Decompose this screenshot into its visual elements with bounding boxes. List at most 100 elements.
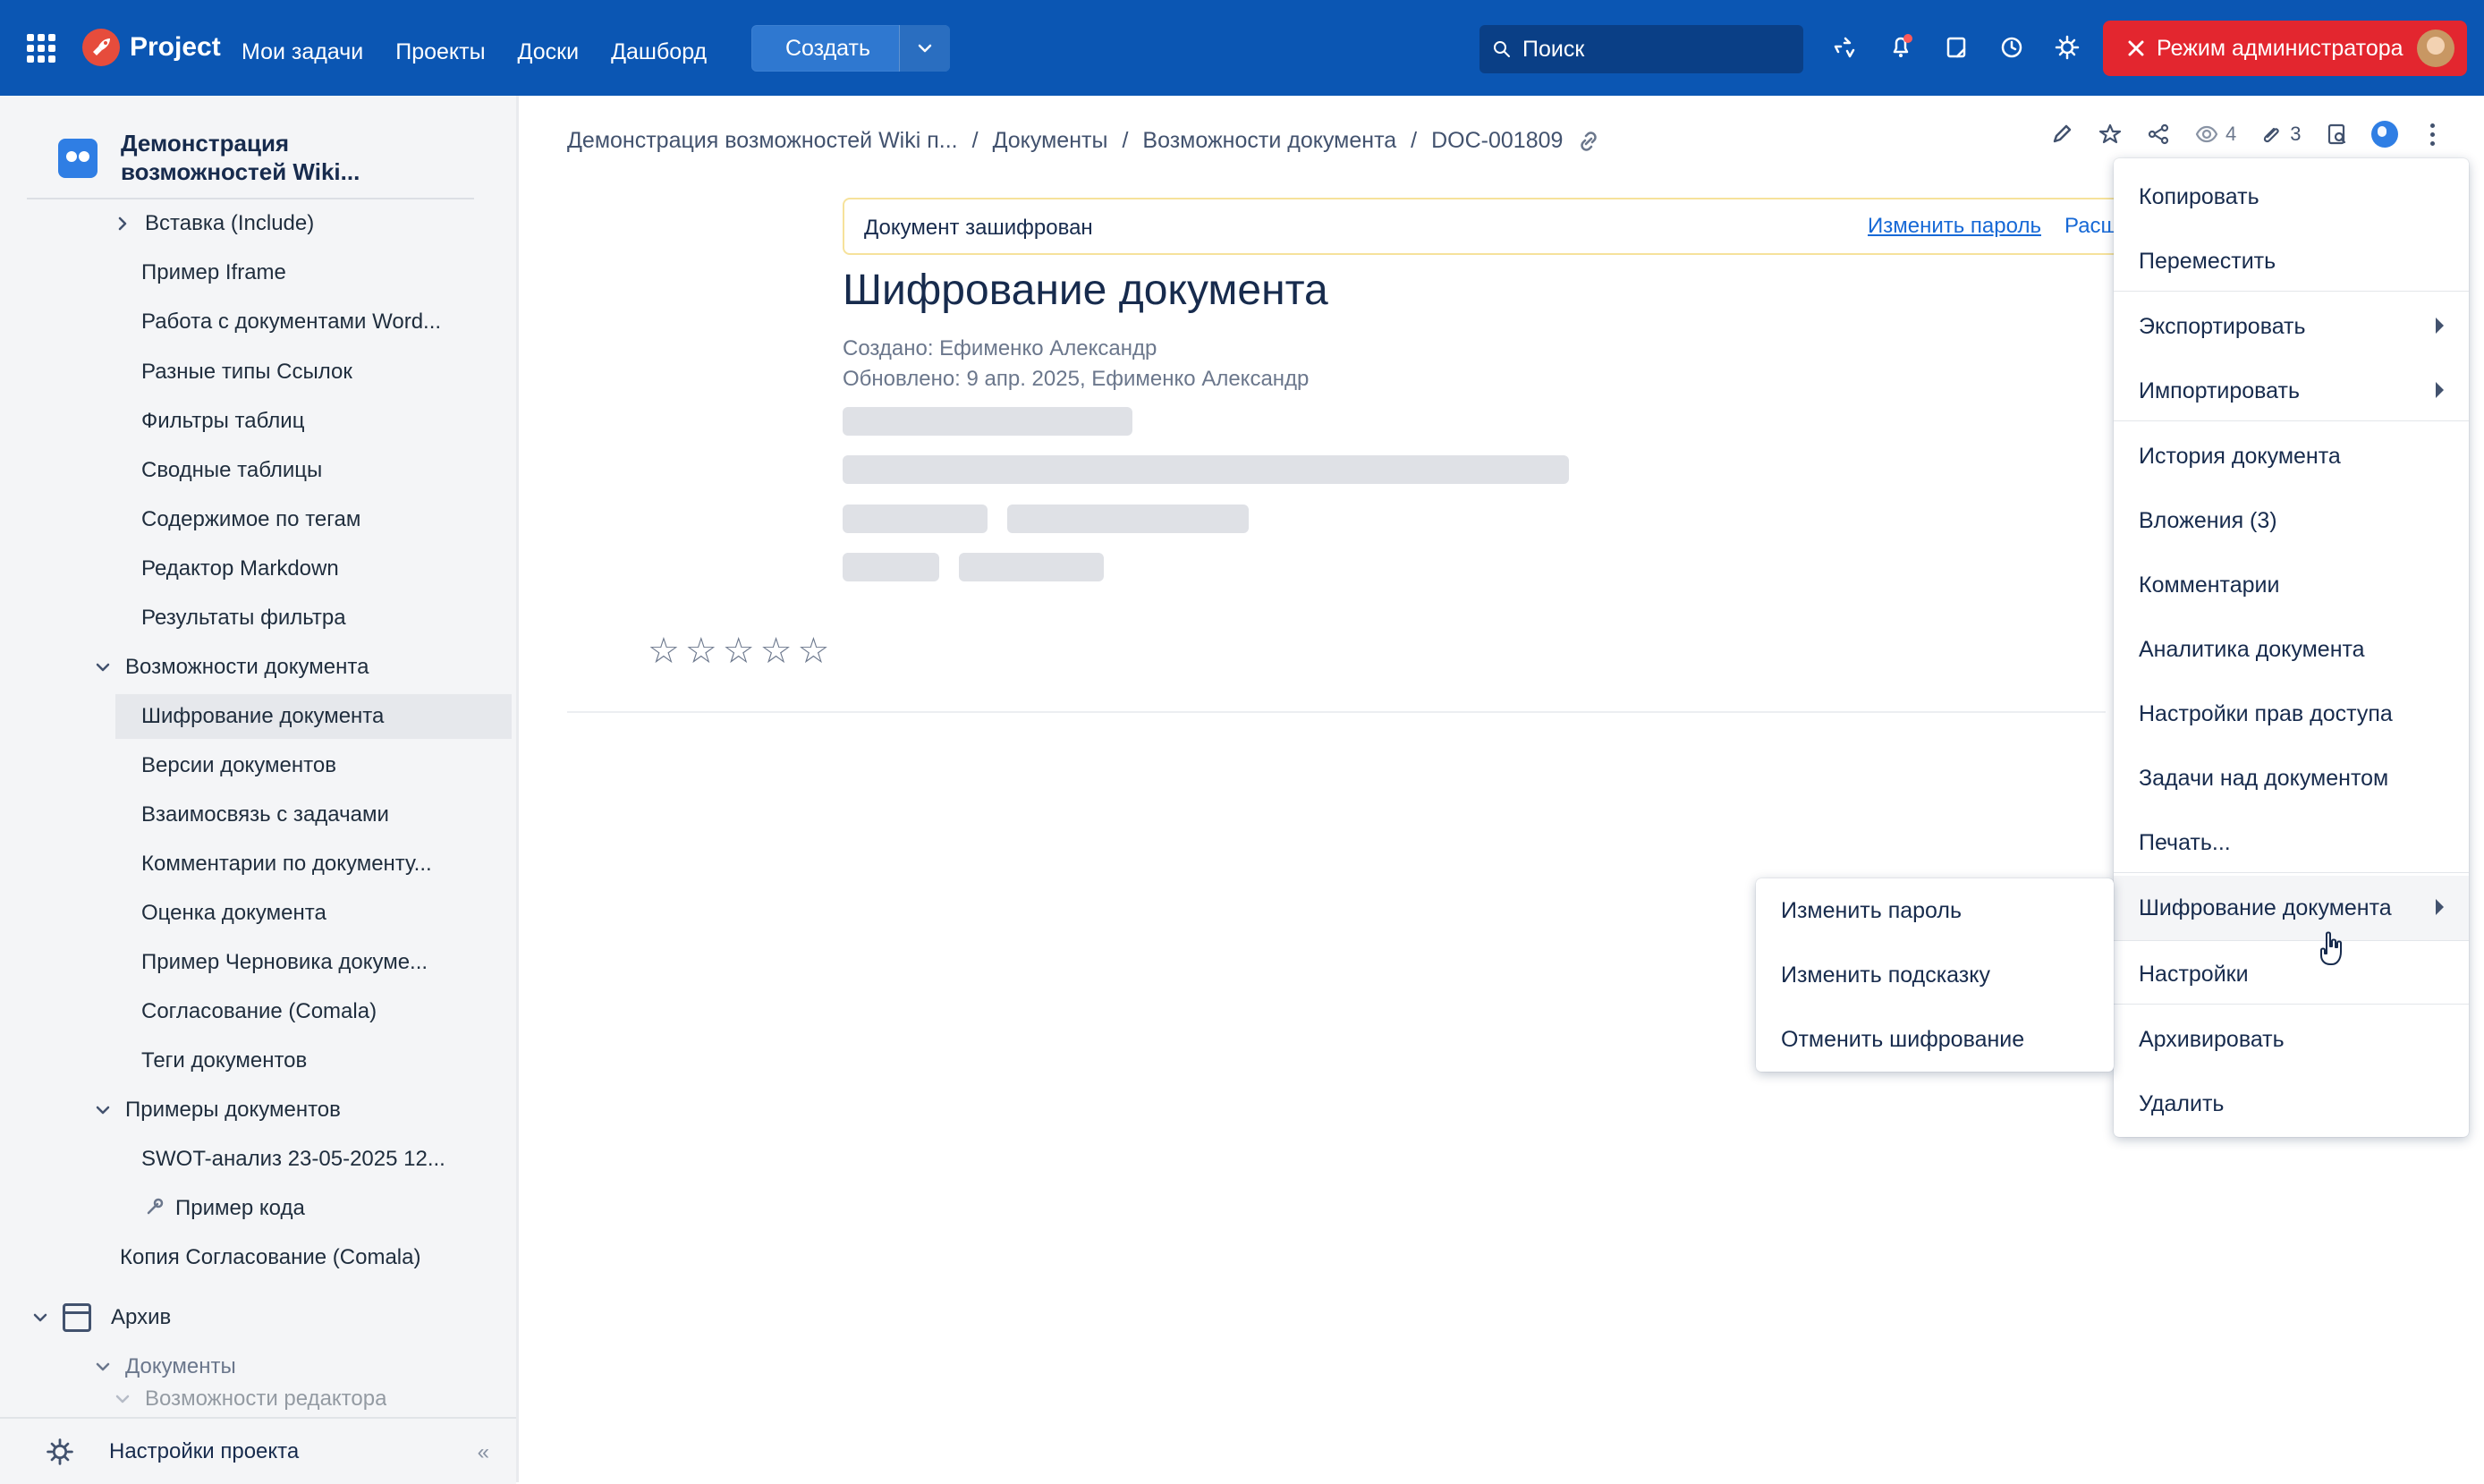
menu-item-import[interactable]: Импортировать [2114, 359, 2469, 423]
menu-separator [2114, 420, 2469, 421]
create-dropdown-button[interactable] [899, 25, 951, 72]
tree-item[interactable]: Версии документов [141, 743, 336, 788]
menu-item-move[interactable]: Переместить [2114, 229, 2469, 293]
rocket-icon [93, 38, 110, 55]
archive-root[interactable]: Архив [32, 1295, 171, 1340]
tree-item[interactable]: Примеры документов [95, 1088, 341, 1132]
chevron-right-icon[interactable] [114, 216, 131, 232]
skeleton-line [843, 505, 988, 533]
chevron-down-icon[interactable] [32, 1310, 48, 1326]
skeleton-line [843, 553, 939, 581]
search-field[interactable]: Поиск [1479, 25, 1803, 73]
submenu-item-disable-encryption[interactable]: Отменить шифрование [1756, 1007, 2114, 1072]
note-icon[interactable] [1941, 32, 1971, 63]
breadcrumb-doc-features[interactable]: Возможности документа [1142, 128, 1396, 154]
menu-item-delete[interactable]: Удалить [2114, 1072, 2469, 1136]
more-actions-icon[interactable] [2420, 121, 2446, 148]
settings-gear-icon[interactable] [2052, 32, 2082, 63]
menu-item-settings[interactable]: Настройки [2114, 942, 2469, 1006]
tree-item[interactable]: Разные типы Ссылок [141, 350, 352, 394]
tree-item[interactable]: Фильтры таблиц [141, 399, 304, 444]
collapse-sidebar-icon[interactable]: « [478, 1440, 489, 1465]
admin-mode-label: Режим администратора [2157, 35, 2403, 61]
menu-item-export[interactable]: Экспортировать [2114, 294, 2469, 359]
project-logo-icon[interactable] [82, 29, 120, 66]
attachments-counter[interactable]: 3 [2258, 121, 2302, 148]
tree-item[interactable]: Документы [95, 1344, 236, 1389]
star-icon[interactable] [2097, 121, 2124, 148]
tree-item[interactable]: Работа с документами Word... [141, 300, 441, 344]
tree-item[interactable]: Копия Согласование (Comala) [120, 1235, 420, 1280]
project-settings-gear-icon[interactable] [43, 1435, 77, 1469]
change-password-link[interactable]: Изменить пароль [1868, 214, 2041, 239]
tree-item[interactable]: Теги документов [141, 1039, 307, 1083]
space-name: Демонстрация возможностей Wiki... [121, 129, 360, 186]
menu-item-permissions[interactable]: Настройки прав доступа [2114, 682, 2469, 746]
menu-item-history[interactable]: История документа [2114, 424, 2469, 488]
tree-item[interactable]: Пример Черновика докуме... [141, 940, 428, 985]
edit-pencil-icon[interactable] [2048, 121, 2075, 148]
tree-item[interactable]: Оценка документа [141, 891, 326, 936]
tree-item[interactable]: Редактор Markdown [141, 547, 339, 591]
menu-item-tasks[interactable]: Задачи над документом [2114, 746, 2469, 810]
recycle-icon[interactable] [1830, 32, 1861, 63]
space-card[interactable]: Демонстрация возможностей Wiki... [58, 127, 475, 194]
rating-stars[interactable]: ☆☆☆☆☆ [648, 631, 835, 672]
admin-mode-button[interactable]: Режим администратора [2103, 21, 2467, 76]
chevron-down-icon[interactable] [95, 1102, 111, 1118]
more-link[interactable]: Расш [2064, 214, 2118, 239]
globe-icon[interactable] [2370, 121, 2398, 148]
breadcrumb-separator: / [971, 128, 979, 153]
menu-item-copy[interactable]: Копировать [2114, 165, 2469, 229]
chevron-down-icon[interactable] [95, 1359, 111, 1375]
tree-item[interactable]: Пример кода [141, 1186, 305, 1231]
create-button-group: Создать [751, 25, 951, 72]
brand-title[interactable]: Project [130, 32, 221, 63]
chevron-down-icon [918, 44, 932, 53]
tree-item[interactable]: Вставка (Include) [114, 201, 314, 246]
breadcrumb-doc-id[interactable]: DOC-001809 [1431, 128, 1563, 154]
notifications-icon[interactable] [1886, 32, 1916, 63]
share-icon[interactable] [2145, 121, 2172, 148]
nav-projects[interactable]: Проекты [395, 39, 485, 65]
tree-item[interactable]: Возможности редактора [114, 1384, 386, 1414]
menu-item-attachments[interactable]: Вложения (3) [2114, 488, 2469, 553]
nav-my-tasks[interactable]: Мои задачи [242, 39, 363, 65]
chevron-down-icon[interactable] [95, 659, 111, 675]
create-button[interactable]: Создать [751, 25, 899, 72]
nav-boards[interactable]: Доски [518, 39, 580, 65]
tree-item[interactable]: Комментарии по документу... [141, 842, 432, 886]
menu-item-comments[interactable]: Комментарии [2114, 553, 2469, 617]
apps-grid-icon[interactable] [27, 34, 55, 63]
nav-dashboard[interactable]: Дашборд [611, 39, 707, 65]
tree-item[interactable]: Результаты фильтра [141, 596, 346, 640]
close-icon [2128, 40, 2144, 56]
breadcrumb-space[interactable]: Демонстрация возможностей Wiki п... [567, 128, 958, 154]
tree-item[interactable]: Содержимое по тегам [141, 497, 360, 542]
submenu-item-change-password[interactable]: Изменить пароль [1756, 878, 2114, 943]
skeleton-line [1007, 505, 1249, 533]
search-input[interactable]: Поиск [1522, 37, 1584, 63]
menu-item-print[interactable]: Печать... [2114, 810, 2469, 875]
history-icon[interactable] [1997, 32, 2027, 63]
views-counter[interactable]: 4 [2193, 121, 2236, 148]
project-settings-link[interactable]: Настройки проекта [109, 1439, 299, 1464]
chevron-down-icon[interactable] [114, 1391, 131, 1407]
top-icons [1830, 32, 2082, 63]
tree-item[interactable]: SWOT-анализ 23-05-2025 12... [141, 1137, 445, 1182]
link-icon[interactable] [1577, 130, 1600, 153]
tree-item[interactable]: Возможности документа [95, 645, 369, 690]
tree-item[interactable]: Сводные таблицы [141, 448, 322, 493]
document-info-icon[interactable] [2323, 121, 2350, 148]
menu-item-analytics[interactable]: Аналитика документа [2114, 617, 2469, 682]
user-avatar[interactable] [2417, 30, 2454, 67]
menu-item-encryption[interactable]: Шифрование документа [2114, 876, 2469, 940]
tree-item-selected[interactable]: Шифрование документа [115, 694, 512, 739]
tree-item[interactable]: Пример Iframe [141, 250, 286, 295]
tree-item[interactable]: Согласование (Comala) [141, 989, 377, 1034]
tree-item[interactable]: Взаимосвязь с задачами [141, 793, 389, 837]
submenu-item-change-hint[interactable]: Изменить подсказку [1756, 943, 2114, 1007]
updated-at: Обновлено: 9 апр. 2025, Ефименко Алексан… [843, 367, 1310, 391]
menu-item-archive[interactable]: Архивировать [2114, 1007, 2469, 1072]
breadcrumb-documents[interactable]: Документы [993, 128, 1108, 154]
